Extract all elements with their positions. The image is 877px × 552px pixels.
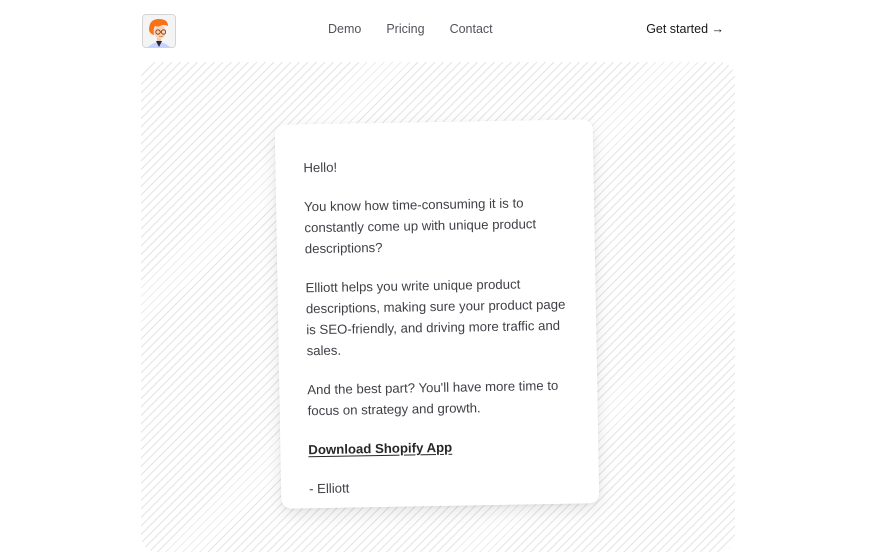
nav-pricing-link[interactable]: Pricing: [386, 22, 424, 36]
letter-greeting: Hello!: [303, 159, 338, 176]
site-header: Demo Pricing Contact Get started →: [0, 0, 877, 62]
nav-demo-link[interactable]: Demo: [328, 22, 361, 36]
letter-signature: - Elliott: [308, 480, 350, 497]
download-link-wrapper: Download Shopify App: [308, 435, 570, 461]
letter-paragraph-3: And the best part? You'll have more time…: [307, 377, 559, 419]
avatar-icon: [143, 15, 175, 47]
main-nav: Demo Pricing Contact: [328, 22, 493, 36]
letter-card: Hello! You know how time-consuming it is…: [274, 119, 600, 509]
hero-panel: Hello! You know how time-consuming it is…: [141, 62, 735, 552]
letter-paragraph-2: Elliott helps you write unique product d…: [305, 276, 566, 359]
get-started-link[interactable]: Get started →: [646, 22, 724, 36]
download-shopify-app-link[interactable]: Download Shopify App: [308, 440, 452, 458]
avatar-logo[interactable]: [142, 14, 176, 48]
nav-contact-link[interactable]: Contact: [450, 22, 493, 36]
letter-paragraph-1: You know how time-consuming it is to con…: [303, 195, 537, 257]
